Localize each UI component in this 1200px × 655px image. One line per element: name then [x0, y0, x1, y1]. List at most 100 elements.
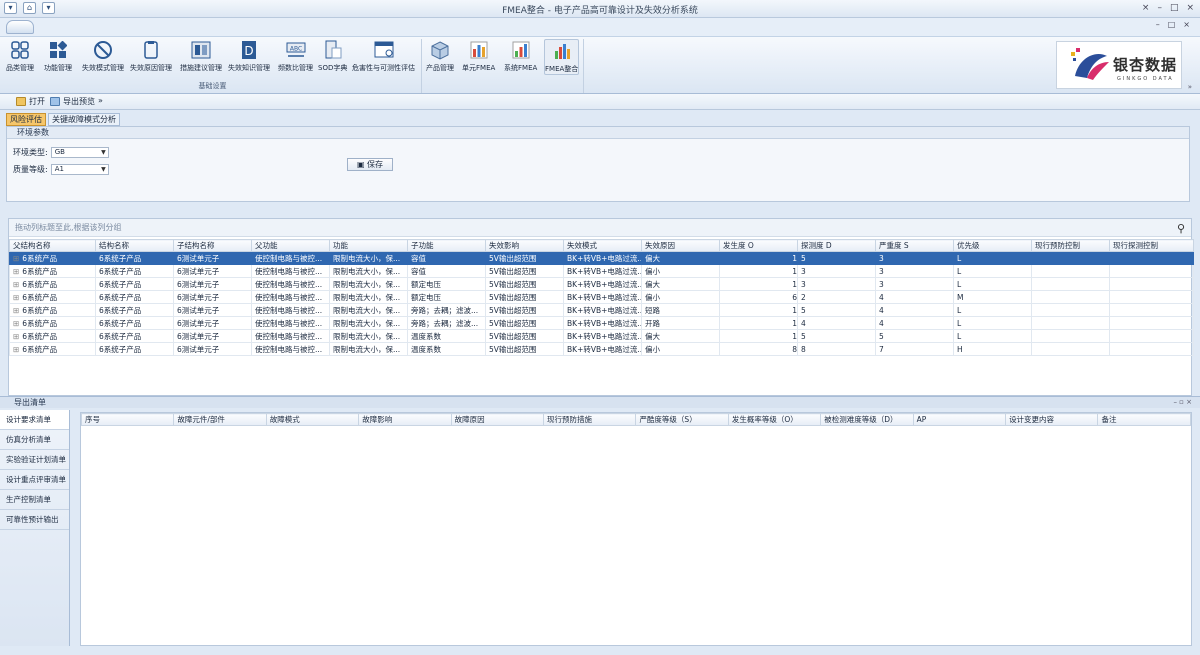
table-cell[interactable]: 偏大 — [641, 329, 720, 343]
table-cell[interactable]: 限制电流大小，保... — [329, 264, 408, 278]
column-header[interactable]: 失效原因 — [641, 239, 720, 252]
table-cell[interactable]: 6测试单元子 — [173, 251, 252, 265]
table-cell[interactable] — [1109, 316, 1194, 330]
table-cell[interactable]: 5V输出超范围 — [485, 316, 564, 330]
table-cell[interactable]: 3 — [797, 277, 876, 291]
expand-icon[interactable]: ⊞ — [13, 319, 19, 328]
table-cell[interactable]: 使控制电路与被控... — [251, 329, 330, 343]
table-cell[interactable]: 6测试单元子 — [173, 303, 252, 317]
nav-item-test-verification-plan[interactable]: 实验验证计划清单 — [0, 450, 69, 470]
table-cell[interactable]: 使控制电路与被控... — [251, 277, 330, 291]
table-cell[interactable]: 4 — [875, 316, 954, 330]
save-button[interactable]: ▣ 保存 — [347, 158, 393, 171]
open-button[interactable]: 打开 — [16, 96, 45, 107]
table-cell[interactable]: 1 — [719, 329, 798, 343]
table-cell[interactable]: 1 — [719, 277, 798, 291]
table-row[interactable]: ⊞ 6系统产品 6系统子产品 6测试单元子 使控制电路与被控... 限制电流大小，保...… — [9, 316, 1194, 330]
dock-controls[interactable]: – ▫ × — [1173, 397, 1192, 408]
table-cell[interactable]: BK+转VB+电路过流... — [563, 264, 642, 278]
table-row[interactable]: ⊞ 6系统产品 6系统子产品 6测试单元子 使控制电路与被控... 限制电流大小，保...… — [9, 329, 1194, 343]
table-cell[interactable]: 限制电流大小，保... — [329, 316, 408, 330]
table-cell[interactable]: 6系统子产品 — [95, 329, 174, 343]
table-cell[interactable]: 8 — [797, 342, 876, 356]
table-cell[interactable]: ⊞ 6系统产品 — [9, 316, 96, 330]
search-icon[interactable]: ⚲ — [1177, 222, 1185, 235]
table-cell[interactable]: 偏大 — [641, 277, 720, 291]
table-row[interactable]: ⊞ 6系统产品 6系统子产品 6测试单元子 使控制电路与被控... 限制电流大小，保...… — [9, 290, 1194, 304]
table-cell[interactable]: 6测试单元子 — [173, 277, 252, 291]
table-cell[interactable]: 4 — [875, 303, 954, 317]
table-cell[interactable]: 容值 — [407, 264, 486, 278]
table-cell[interactable]: 5V输出超范围 — [485, 329, 564, 343]
column-header[interactable]: 探测度 D — [797, 239, 876, 252]
column-header[interactable]: 发生概率等级（O） — [727, 413, 822, 426]
column-header[interactable]: 备注 — [1097, 413, 1191, 426]
column-header[interactable]: 失效模式 — [563, 239, 642, 252]
table-cell[interactable]: 限制电流大小，保... — [329, 290, 408, 304]
column-header[interactable]: 功能 — [329, 239, 408, 252]
table-cell[interactable]: 6测试单元子 — [173, 342, 252, 356]
table-cell[interactable]: ⊞ 6系统产品 — [9, 277, 96, 291]
table-cell[interactable]: BK+转VB+电路过流... — [563, 251, 642, 265]
column-header[interactable]: 子结构名称 — [173, 239, 252, 252]
table-cell[interactable]: 3 — [875, 251, 954, 265]
minimize-icon[interactable]: – — [1157, 3, 1162, 13]
table-cell[interactable] — [1109, 303, 1194, 317]
table-cell[interactable]: 限制电流大小，保... — [329, 303, 408, 317]
frequency-ratio-management-button[interactable]: ABC 频数比管理 — [278, 39, 313, 73]
column-header[interactable]: 子功能 — [407, 239, 486, 252]
nav-item-simulation-analysis[interactable]: 仿真分析清单 — [0, 430, 69, 450]
table-cell[interactable]: 6系统子产品 — [95, 277, 174, 291]
fmea-integration-button[interactable]: FMEA整合 — [544, 39, 580, 75]
table-cell[interactable]: ⊞ 6系统产品 — [9, 251, 96, 265]
table-cell[interactable]: 5 — [797, 303, 876, 317]
table-cell[interactable]: 6测试单元子 — [173, 329, 252, 343]
table-cell[interactable]: 4 — [875, 290, 954, 304]
table-row[interactable]: ⊞ 6系统产品 6系统子产品 6测试单元子 使控制电路与被控... 限制电流大小，保...… — [9, 342, 1194, 356]
table-cell[interactable]: 5V输出超范围 — [485, 277, 564, 291]
table-cell[interactable]: 偏小 — [641, 264, 720, 278]
quality-level-select[interactable]: A1 ▼ — [50, 164, 109, 175]
column-header[interactable]: 优先级 — [953, 239, 1032, 252]
column-header[interactable]: 故障元件/部件 — [173, 413, 267, 426]
table-cell[interactable]: L — [953, 316, 1032, 330]
table-cell[interactable]: 2 — [797, 290, 876, 304]
mdi-close-icon[interactable]: × — [1183, 20, 1190, 29]
table-cell[interactable]: 6系统子产品 — [95, 251, 174, 265]
expand-icon[interactable]: ⊞ — [13, 267, 19, 276]
table-cell[interactable] — [1109, 251, 1194, 265]
table-cell[interactable]: 偏大 — [641, 251, 720, 265]
table-cell[interactable]: 5V输出超范围 — [485, 251, 564, 265]
nav-item-design-requirements[interactable]: 设计要求清单 — [0, 410, 69, 430]
table-cell[interactable]: ⊞ 6系统产品 — [9, 329, 96, 343]
column-header[interactable]: AP — [912, 413, 1007, 426]
table-cell[interactable]: 偏小 — [641, 342, 720, 356]
table-cell[interactable]: 5V输出超范围 — [485, 290, 564, 304]
table-cell[interactable]: ⊞ 6系统产品 — [9, 303, 96, 317]
column-header[interactable]: 结构名称 — [95, 239, 174, 252]
table-cell[interactable]: 使控制电路与被控... — [251, 342, 330, 356]
failure-knowledge-management-button[interactable]: D 失效知识管理 — [228, 39, 270, 73]
table-cell[interactable]: 6系统子产品 — [95, 342, 174, 356]
table-cell[interactable]: BK+转VB+电路过流... — [563, 303, 642, 317]
table-cell[interactable]: 短路 — [641, 303, 720, 317]
table-cell[interactable] — [1031, 329, 1110, 343]
table-cell[interactable]: ⊞ 6系统产品 — [9, 342, 96, 356]
sod-dictionary-button[interactable]: SOD字典 — [318, 39, 347, 73]
nav-item-reliability-prediction[interactable]: 可靠性预计输出 — [0, 510, 69, 530]
table-cell[interactable]: 额定电压 — [407, 277, 486, 291]
table-cell[interactable]: 5 — [875, 329, 954, 343]
nav-item-production-control[interactable]: 生产控制清单 — [0, 490, 69, 510]
table-cell[interactable]: 旁路；去耦；滤波... — [407, 316, 486, 330]
column-header[interactable]: 父结构名称 — [9, 239, 96, 252]
column-header[interactable]: 被检测难度等级（D） — [820, 413, 914, 426]
table-cell[interactable]: 旁路；去耦；滤波... — [407, 303, 486, 317]
column-header[interactable]: 故障影响 — [358, 413, 452, 426]
product-management-button[interactable]: 产品管理 — [426, 39, 454, 73]
mdi-restore-icon[interactable]: □ — [1168, 20, 1176, 29]
table-cell[interactable] — [1031, 251, 1110, 265]
expand-icon[interactable]: ⊞ — [13, 293, 19, 302]
close-extra-icon[interactable]: × — [1142, 3, 1150, 13]
function-management-button[interactable]: 功能管理 — [44, 39, 72, 73]
table-cell[interactable]: L — [953, 251, 1032, 265]
